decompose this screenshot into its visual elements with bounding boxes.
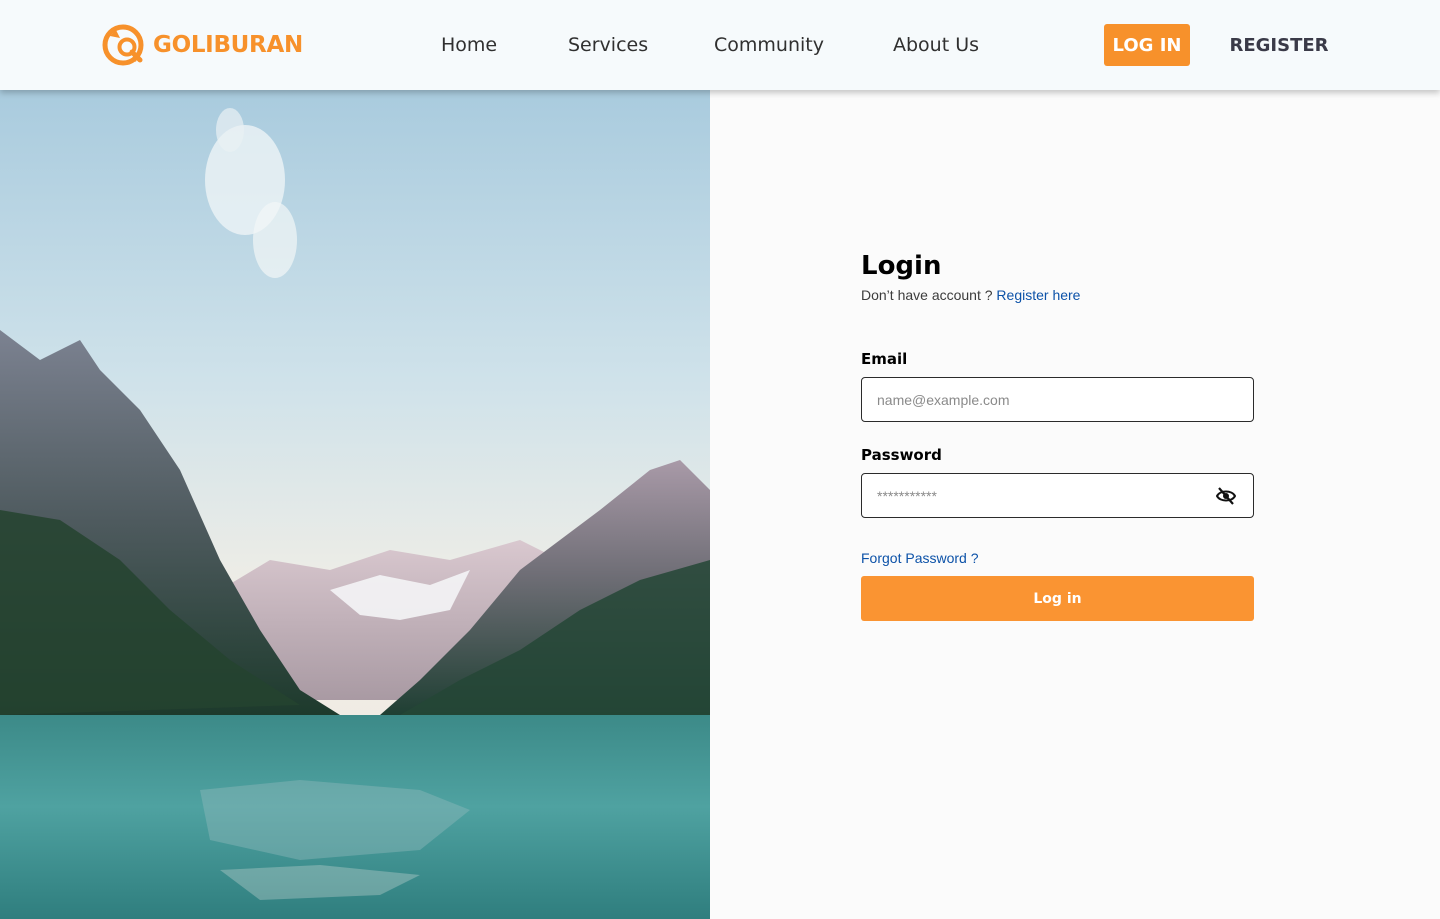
register-prompt-text: Don’t have account ? (861, 287, 993, 303)
login-submit-button[interactable]: Log in (861, 576, 1254, 621)
login-title: Login (861, 251, 942, 281)
mountain-lake-photo (0, 90, 710, 919)
nav-community[interactable]: Community (714, 32, 824, 58)
nav-home[interactable]: Home (441, 32, 497, 58)
email-field-wrapper (861, 377, 1254, 422)
email-field[interactable] (862, 378, 1253, 421)
hero-image (0, 90, 710, 919)
nav-login-button[interactable]: LOG IN (1104, 24, 1190, 66)
password-field[interactable] (862, 474, 1253, 517)
register-prompt: Don’t have account ? Register here (861, 286, 1080, 304)
nav-services[interactable]: Services (568, 32, 648, 58)
eye-off-icon[interactable] (1215, 486, 1237, 506)
password-label: Password (861, 446, 942, 464)
compass-search-icon (102, 24, 144, 66)
password-field-wrapper (861, 473, 1254, 518)
brand-name: GOLIBURAN (153, 32, 303, 58)
top-navbar: GOLIBURAN Home Services Community About … (0, 0, 1440, 90)
email-label: Email (861, 350, 908, 368)
register-here-link[interactable]: Register here (996, 287, 1080, 303)
nav-about-us[interactable]: About Us (893, 32, 979, 58)
forgot-password-link[interactable]: Forgot Password ? (861, 549, 979, 567)
nav-register-button[interactable]: REGISTER (1222, 24, 1336, 66)
brand-logo[interactable]: GOLIBURAN (102, 22, 303, 68)
